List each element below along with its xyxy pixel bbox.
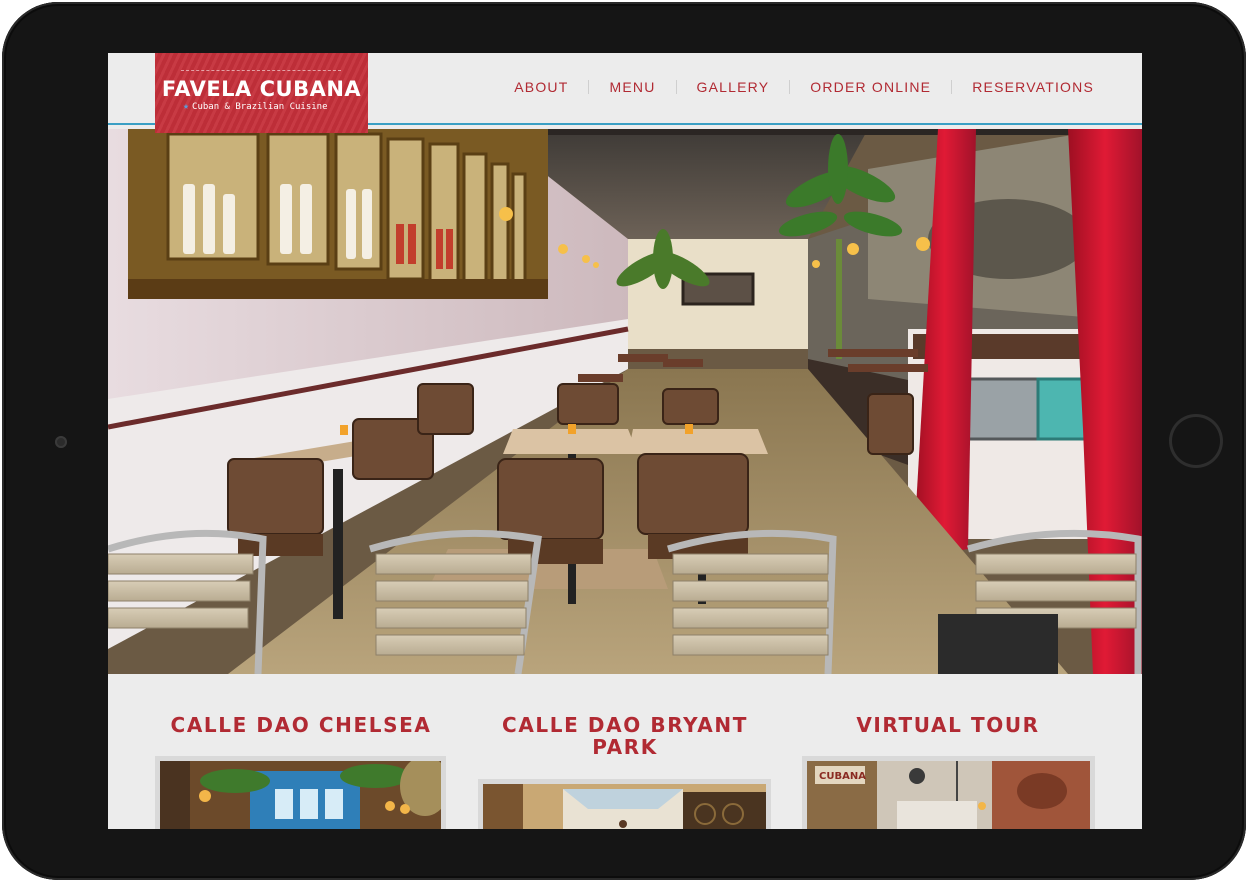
hero-image xyxy=(108,129,1142,674)
section-title-bryant-park[interactable]: CALLE DAO BRYANT PARK xyxy=(475,714,775,758)
bryant-park-photo xyxy=(483,784,766,829)
thumb-bryant-park[interactable] xyxy=(478,779,771,829)
thumb-virtual-tour[interactable]: CUBANA xyxy=(802,756,1095,829)
site-logo[interactable]: FAVELA CUBANA ★ Cuban & Brazilian Cuisine xyxy=(155,53,368,133)
star-icon: ★ xyxy=(183,101,190,112)
nav-about[interactable]: ABOUT xyxy=(514,79,568,95)
nav-divider xyxy=(675,80,677,94)
nav-divider xyxy=(789,80,791,94)
svg-text:CUBANA: CUBANA xyxy=(819,771,866,782)
chelsea-photo xyxy=(160,761,441,829)
tablet-frame: FAVELA CUBANA ★ Cuban & Brazilian Cuisine… xyxy=(2,2,1246,880)
virtual-tour-interior-illustration: CUBANA xyxy=(807,761,1090,829)
virtual-tour-photo: CUBANA xyxy=(807,761,1090,829)
nav-divider xyxy=(951,80,953,94)
chelsea-interior-illustration xyxy=(160,761,441,829)
nav-divider xyxy=(588,80,590,94)
website-screen: FAVELA CUBANA ★ Cuban & Brazilian Cuisine… xyxy=(108,53,1142,829)
home-button-icon[interactable] xyxy=(1169,414,1223,468)
section-title-chelsea[interactable]: CALLE DAO CHELSEA xyxy=(151,714,451,736)
main-nav: ABOUT MENU GALLERY ORDER ONLINE RESERVAT… xyxy=(514,79,1094,95)
logo-tagline: ★ Cuban & Brazilian Cuisine xyxy=(183,101,328,112)
camera-icon xyxy=(55,436,67,448)
section-title-virtual-tour[interactable]: VIRTUAL TOUR xyxy=(798,714,1098,736)
nav-reservations[interactable]: RESERVATIONS xyxy=(972,79,1094,95)
logo-rule xyxy=(181,70,341,71)
logo-name: FAVELA CUBANA xyxy=(161,77,362,101)
restaurant-interior-illustration xyxy=(108,129,1142,674)
bryant-park-interior-illustration xyxy=(483,784,766,829)
logo-tagline-text: Cuban & Brazilian Cuisine xyxy=(192,102,328,112)
thumb-chelsea[interactable] xyxy=(155,756,446,829)
nav-gallery[interactable]: GALLERY xyxy=(697,79,770,95)
nav-menu[interactable]: MENU xyxy=(609,79,655,95)
nav-order-online[interactable]: ORDER ONLINE xyxy=(810,79,931,95)
